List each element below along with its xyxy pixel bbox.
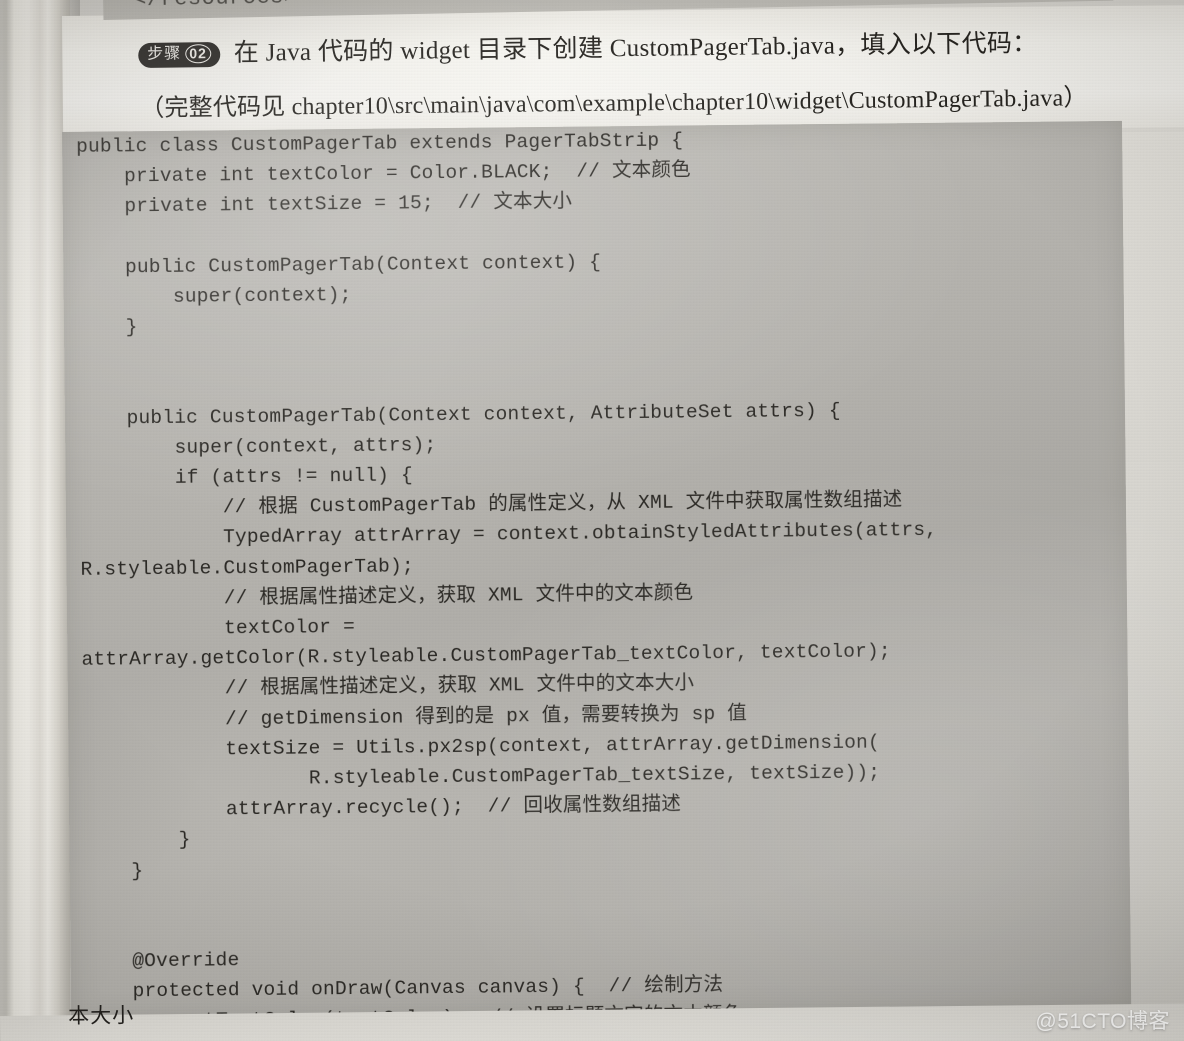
code-wrapped-tail: 本大小 xyxy=(68,1004,135,1028)
step-badge: 步骤 02 xyxy=(138,42,221,68)
step-badge-label: 步骤 xyxy=(147,45,182,63)
step-badge-number: 02 xyxy=(185,44,211,64)
code-listing: public class CustomPagerTab extends Page… xyxy=(62,120,1184,1041)
cutoff-code-text: </resources> xyxy=(133,0,298,12)
watermark: @51CTO博客 xyxy=(1035,1010,1170,1033)
book-page-photo: </resources> 步骤02 在 Java 代码的 widget 目录下创… xyxy=(0,0,1184,1041)
